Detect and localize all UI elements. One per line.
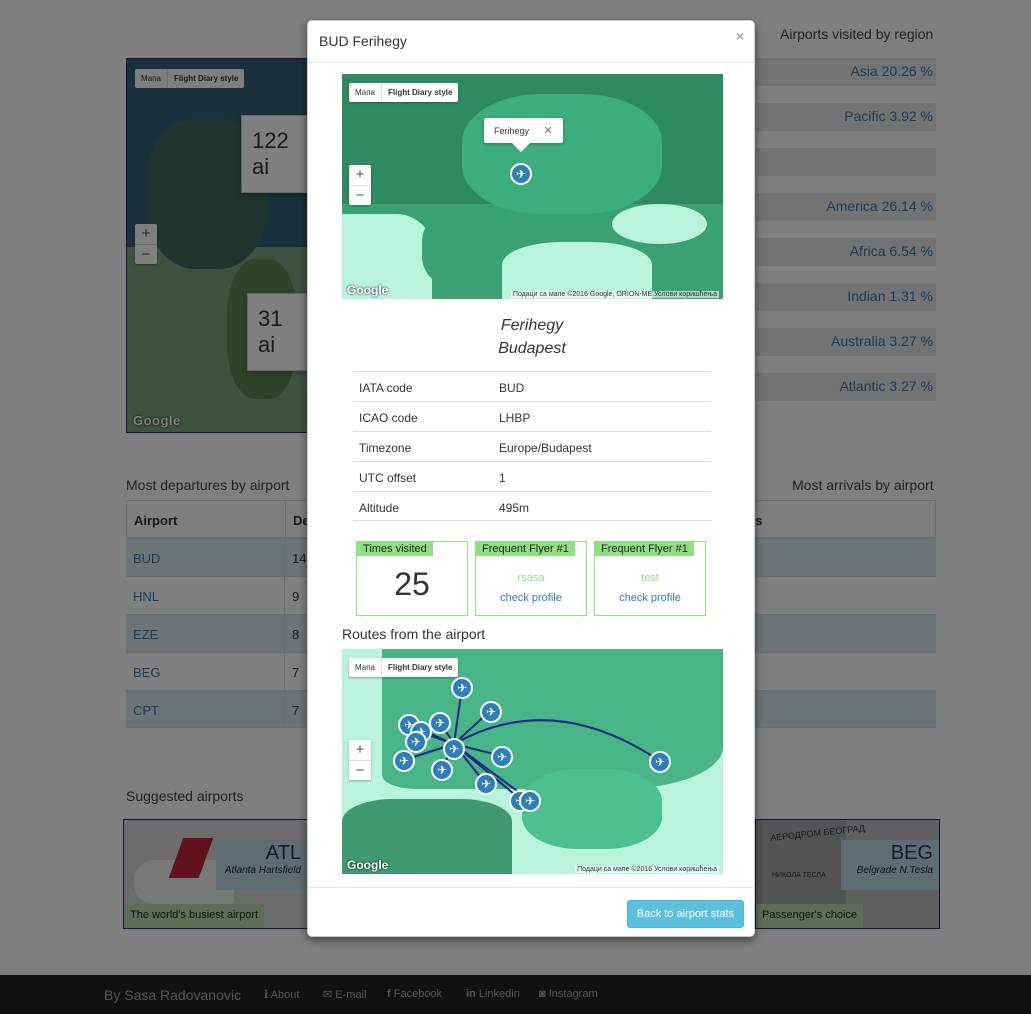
info-row-utc-offset: UTC offset 1 [353,461,711,491]
routes-title: Routes from the airport [342,626,486,642]
airplane-marker-icon[interactable]: ✈ [405,731,427,753]
frequent-flyer-box-2: Frequent Flyer #1 test check profile [594,541,706,616]
airplane-marker-icon[interactable]: ✈ [451,677,473,699]
airport-modal: BUD Ferihegy × Мапа Flight Diary style F… [307,20,755,937]
times-visited-count: 25 [394,566,430,602]
airplane-marker-icon[interactable]: ✈ [429,712,451,734]
close-icon[interactable]: × [736,28,744,44]
airplane-marker-icon[interactable]: ✈ [443,738,465,760]
info-row-icao: ICAO code LHBP [353,401,711,431]
check-profile-link[interactable]: check profile [595,592,705,604]
frequent-flyer-user: test [641,572,659,584]
map-attribution[interactable]: Подаци са мапе ©2016 Google, ORION-ME Ус… [510,291,719,298]
frequent-flyer-user: rsasa [517,572,545,584]
airport-name: Ferihegy [500,317,564,334]
zoom-in-button[interactable]: + [349,740,371,760]
airplane-marker-icon[interactable]: ✈ [491,746,513,768]
map-type-buttons[interactable]: Мапа Flight Diary style [349,83,459,102]
info-row-timezone: Timezone Europe/Budapest [353,431,711,461]
info-row-altitude: Altitude 495m [353,491,711,521]
airport-info-table: IATA code BUD ICAO code LHBP Timezone Europ… [353,371,711,521]
close-icon[interactable]: ✕ [544,125,553,137]
map-attribution[interactable]: Подаци са мапе ©2016 Услови коришћења [575,866,719,873]
frequent-flyer-label: Frequent Flyer #1 [476,542,575,556]
routes-map[interactable]: ✈ ✈ ✈ ✈ ✈ ✈ ✈ ✈ ✈ ✈ ✈ ✈ ✈ ✈ Мапа Flight … [342,649,723,874]
airplane-marker-icon[interactable]: ✈ [480,701,502,723]
info-row-iata: IATA code BUD [353,371,711,401]
frequent-flyer-label: Frequent Flyer #1 [595,542,694,556]
map-type-style-button[interactable]: Flight Diary style [380,83,458,102]
map-info-window: Ferihegy ✕ [484,118,563,152]
zoom-out-button[interactable]: − [349,760,371,780]
zoom-in-button[interactable]: + [349,165,371,185]
airport-city: Budapest [498,340,566,357]
times-visited-box: Times visited 25 [356,541,468,616]
map-type-map-button[interactable]: Мапа [349,658,381,677]
google-logo: Google [347,283,389,297]
map-zoom-control[interactable]: + − [349,740,371,780]
frequent-flyer-box-1: Frequent Flyer #1 rsasa check profile [475,541,587,616]
airplane-marker-icon[interactable]: ✈ [510,163,532,185]
map-type-buttons[interactable]: Мапа Flight Diary style [349,658,459,677]
airplane-marker-icon[interactable]: ✈ [649,751,671,773]
airplane-marker-icon[interactable]: ✈ [431,759,453,781]
modal-title: BUD Ferihegy [319,33,407,49]
zoom-out-button[interactable]: − [349,185,371,205]
times-visited-label: Times visited [357,542,433,556]
back-to-airport-stats-button[interactable]: Back to airport stats [626,900,744,928]
google-logo: Google [347,858,389,872]
check-profile-link[interactable]: check profile [476,592,586,604]
map-type-map-button[interactable]: Мапа [349,83,381,102]
airplane-marker-icon[interactable]: ✈ [519,790,541,812]
airplane-marker-icon[interactable]: ✈ [393,750,415,772]
airport-location-map[interactable]: Мапа Flight Diary style Ferihegy ✕ ✈ + −… [342,74,723,299]
modal-header: BUD Ferihegy × [308,21,754,63]
info-window-label: Ferihegy [494,126,530,136]
airplane-marker-icon[interactable]: ✈ [475,773,497,795]
map-zoom-control[interactable]: + − [349,165,371,205]
map-type-style-button[interactable]: Flight Diary style [380,658,458,677]
modal-footer: Back to airport stats [308,887,754,936]
